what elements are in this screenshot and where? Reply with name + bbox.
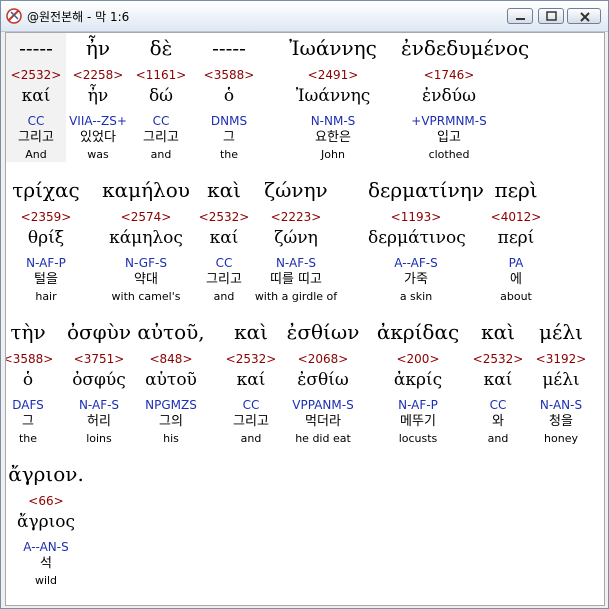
korean-gloss: 석 <box>40 556 52 571</box>
strong-number: <2223> <box>270 210 322 224</box>
lemma: μέλι <box>542 370 580 390</box>
strong-number: <1193> <box>390 210 442 224</box>
greek-word: τρίχας <box>12 178 80 202</box>
lemma: Ἰωάννης <box>295 86 371 106</box>
word-column[interactable]: ἄγριον. <66> ἄγριος A--AN-S 석 wild <box>6 459 94 588</box>
english-gloss: with a girdle of <box>254 290 338 303</box>
strong-number: <1746> <box>423 68 475 82</box>
word-column[interactable]: Ἰωάννης <2491> Ἰωάννης N-NM-S 요한은 John <box>285 33 381 162</box>
word-column[interactable]: ζώνην <2223> ζώνη N-AF-S 띠를 띠고 with a girdle … <box>248 175 344 304</box>
english-gloss: John <box>321 148 345 161</box>
parse-code: N-AF-P <box>26 256 66 270</box>
parse-code: A--AN-S <box>23 540 69 554</box>
strong-number: <66> <box>28 494 64 508</box>
greek-word: ἐνδεδυμένος <box>401 36 530 60</box>
english-gloss: wild <box>34 574 58 587</box>
parse-code: N-AF-S <box>275 256 317 270</box>
greek-word: ἄγριον. <box>8 462 84 486</box>
strong-number: <3192> <box>535 352 587 366</box>
english-gloss: honey <box>544 432 578 445</box>
lemma: θρίξ <box>27 228 65 248</box>
korean-gloss: 가죽 <box>404 272 428 287</box>
close-button[interactable] <box>567 8 601 24</box>
korean-gloss: 청을 <box>549 414 573 429</box>
word-column[interactable]: ----- <3588> ὁ DNMS 그 the <box>181 33 277 162</box>
word-column[interactable]: τρίχας <2359> θρίξ N-AF-P 털을 hair <box>6 175 94 304</box>
korean-gloss: 입고 <box>437 130 461 145</box>
parse-code: N-AN-S <box>539 398 583 412</box>
word-column[interactable]: ἐνδεδυμένος <1746> ἐνδύω +VPRMNM-S 입고 clothed <box>401 33 530 162</box>
english-gloss: he did eat <box>295 432 351 445</box>
lemma: περί <box>497 228 535 248</box>
english-gloss: the <box>219 148 239 161</box>
lemma: ὁ <box>223 86 235 106</box>
greek-word: ζώνην <box>264 178 328 202</box>
parse-code: PA <box>508 256 524 270</box>
english-gloss: a skin <box>399 290 433 303</box>
greek-word: δερματίνην <box>368 178 484 202</box>
korean-gloss: 에 <box>510 272 522 287</box>
title-bar[interactable]: @원전본해 - 막 1:6 <box>1 1 608 32</box>
strong-number: <3588> <box>203 68 255 82</box>
english-gloss: clothed <box>428 148 470 161</box>
english-gloss: about <box>500 290 532 303</box>
close-icon <box>580 12 590 22</box>
greek-word: μέλι <box>539 320 583 344</box>
parse-code: N-NM-S <box>310 114 356 128</box>
korean-gloss: 먹더라 <box>305 414 341 429</box>
word-column[interactable]: ἐσθίων <2068> ἐσθίω VPPANM-S 먹더라 he did eat <box>275 317 371 446</box>
korean-gloss: 그 <box>223 130 235 145</box>
lemma: ἐσθίω <box>297 370 349 390</box>
parse-code: VPPANM-S <box>292 398 354 412</box>
parse-code: +VPRMNM-S <box>411 114 487 128</box>
minimize-icon <box>516 18 525 20</box>
lemma: ἐνδύω <box>422 86 476 106</box>
greek-word: Ἰωάννης <box>289 36 377 60</box>
word-column[interactable]: περὶ <4012> περί PA 에 about <box>468 175 564 304</box>
korean-gloss: 요한은 <box>315 130 351 145</box>
strong-number: <2359> <box>20 210 72 224</box>
parse-code: DNMS <box>210 114 248 128</box>
korean-gloss: 털을 <box>34 272 58 287</box>
word-column[interactable]: δερματίνην <1193> δερμάτινος A--AF-S 가죽 a ski… <box>368 175 484 304</box>
maximize-icon <box>546 11 557 21</box>
strong-number: <4012> <box>490 210 542 224</box>
lemma: δερμάτινος <box>368 228 466 248</box>
greek-word: ἐσθίων <box>286 320 360 344</box>
english-gloss: hair <box>35 290 57 303</box>
maximize-button[interactable] <box>538 8 564 24</box>
strong-number: <2068> <box>297 352 349 366</box>
greek-word: περὶ <box>494 178 538 202</box>
app-logo-icon <box>5 7 23 25</box>
interlinear-text-panel[interactable]: ----- <2532> καί CC 그리고 And ἦν <2258> ἦν VIIA--ZS… <box>5 32 605 606</box>
window-title: @원전본해 - 막 1:6 <box>27 10 130 24</box>
greek-word: ----- <box>212 36 246 60</box>
lemma: ἄγριος <box>16 512 76 532</box>
korean-gloss: 띠를 띠고 <box>270 272 322 287</box>
minimize-button[interactable] <box>507 8 533 24</box>
strong-number: <2491> <box>307 68 359 82</box>
lemma: ζώνη <box>274 228 318 248</box>
parse-code: A--AF-S <box>394 256 438 270</box>
app-window: @원전본해 - 막 1:6 ----- <2532> καί CC 그리고 And ἦν <2… <box>0 0 609 609</box>
word-column[interactable]: μέλι <3192> μέλι N-AN-S 청을 honey <box>513 317 604 446</box>
